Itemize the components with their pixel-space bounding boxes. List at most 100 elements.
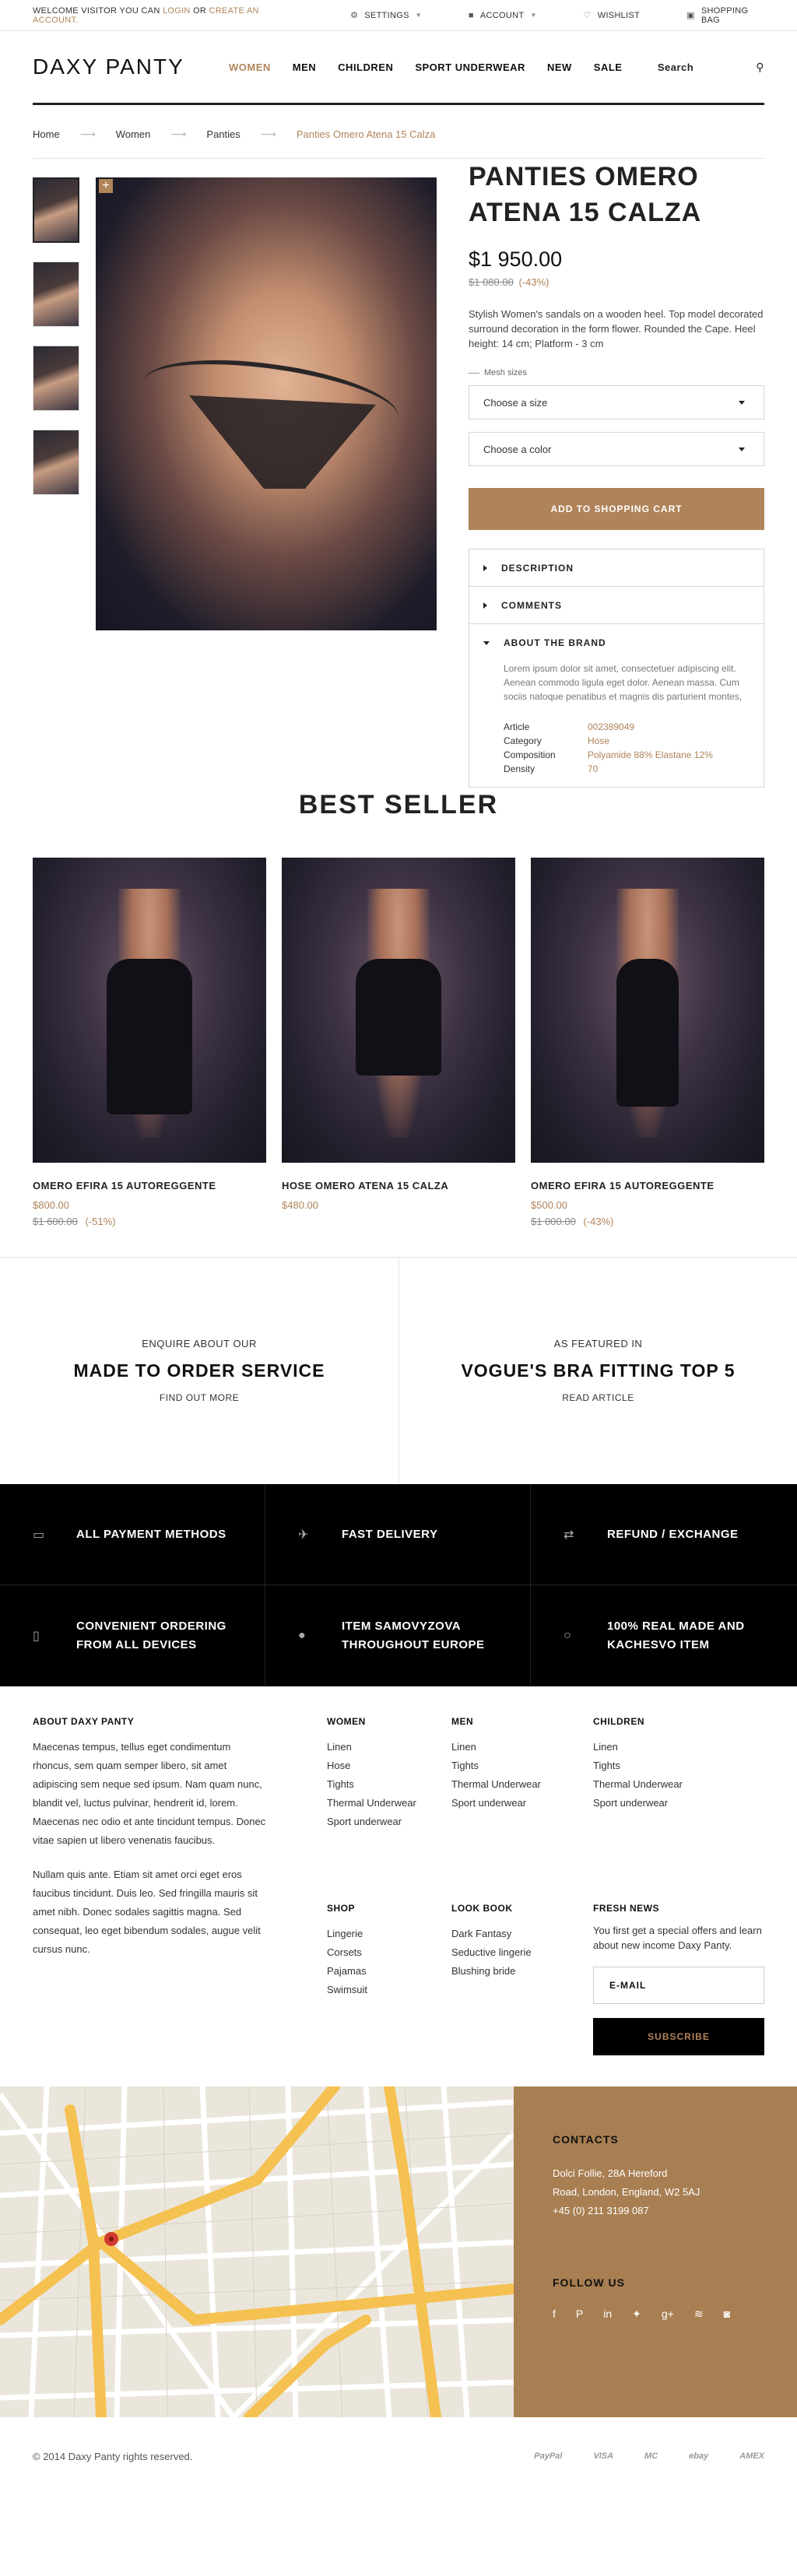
discount-badge: (-51%): [85, 1216, 116, 1227]
rss-icon[interactable]: ≋: [694, 2308, 704, 2321]
header-divider: [33, 103, 764, 105]
login-link[interactable]: login: [163, 6, 191, 16]
nav-sale[interactable]: Sale: [594, 61, 623, 73]
copyright: © 2014 Daxy Panty rights reserved.: [33, 2450, 193, 2462]
product-thumbnail[interactable]: [33, 261, 79, 327]
tab-about-brand[interactable]: About the brand: [469, 624, 764, 662]
footer-link[interactable]: Thermal Underwear: [451, 1778, 541, 1790]
settings-menu[interactable]: ⚙ Settings ▼: [350, 10, 422, 21]
footer-link[interactable]: Tights: [451, 1760, 479, 1771]
logo[interactable]: DAXY PANTY: [33, 54, 229, 79]
product-card[interactable]: Omero Efira 15 Autoreggente $500.00 $1 0…: [531, 858, 764, 1227]
breadcrumb-panties[interactable]: Panties: [206, 128, 240, 140]
instagram-icon[interactable]: ◙: [724, 2308, 730, 2321]
footer-link[interactable]: Pajamas: [327, 1965, 367, 1977]
footer-col-title: Men: [451, 1716, 474, 1727]
footer-link[interactable]: Tights: [327, 1778, 354, 1790]
breadcrumb-women[interactable]: Women: [116, 128, 151, 140]
account-menu[interactable]: ■ Account ▼: [469, 11, 537, 20]
product-thumbnail[interactable]: [33, 177, 79, 243]
footer-children: Children Linen Tights Thermal Underwear …: [593, 1716, 725, 1813]
circle-icon: ○: [564, 1628, 571, 1642]
product-thumbnail[interactable]: [33, 346, 79, 411]
spec-key: Composition: [504, 749, 556, 760]
tab-description[interactable]: Description: [469, 549, 764, 587]
footer-link[interactable]: Thermal Underwear: [593, 1778, 683, 1790]
find-out-more-link[interactable]: Find out more: [160, 1392, 239, 1403]
wishlist-link[interactable]: ♡ Wishlist: [583, 10, 641, 21]
add-to-cart-button[interactable]: Add to shopping cart: [469, 488, 764, 530]
wishlist-label: Wishlist: [597, 10, 641, 20]
footer-link[interactable]: Swimsuit: [327, 1984, 367, 1995]
zoom-plus-icon[interactable]: +: [99, 179, 113, 193]
footer-link[interactable]: Sport underwear: [451, 1797, 526, 1809]
product-card-price: $800.00: [33, 1199, 69, 1211]
location-map[interactable]: [0, 2086, 514, 2417]
heart-icon: ♡: [583, 11, 592, 20]
product-card[interactable]: Hose Omero Atena 15 Calza $480.00: [282, 858, 515, 1227]
shopping-bag-link[interactable]: ▣ Shopping bag: [686, 6, 764, 25]
product-card-name[interactable]: Hose Omero Atena 15 Calza: [282, 1180, 515, 1191]
tab-description-label: Description: [501, 562, 574, 574]
plane-icon: ✈: [298, 1528, 309, 1542]
arrow-right-icon: ⟶: [170, 127, 187, 140]
newsletter-block: Fresh news You first get a special offer…: [593, 1903, 764, 2055]
search-box[interactable]: Search ⚲: [658, 61, 764, 74]
footer-link[interactable]: Sport underwear: [327, 1816, 402, 1827]
ebay-icon: ebay: [689, 2451, 709, 2461]
footer-col-title: Women: [327, 1716, 366, 1727]
product-card-image[interactable]: [33, 858, 266, 1163]
feature-text: Item samovyzova throughout Europe: [342, 1619, 485, 1651]
or-label: or: [193, 5, 207, 16]
chevron-down-icon: ▼: [530, 12, 537, 19]
old-price-value: $1 080.00: [469, 276, 514, 288]
footer-link[interactable]: Corsets: [327, 1946, 362, 1958]
nav-new[interactable]: New: [547, 61, 572, 73]
footer-link[interactable]: Tights: [593, 1760, 620, 1771]
footer-link[interactable]: Linen: [327, 1741, 352, 1753]
twitter-icon[interactable]: ✦: [632, 2308, 641, 2321]
dash-icon: [469, 372, 479, 374]
nav-men[interactable]: Men: [293, 61, 316, 73]
read-article-link[interactable]: Read article: [562, 1392, 634, 1403]
product-card-price: $500.00: [531, 1199, 567, 1211]
footer-link[interactable]: Linen: [451, 1741, 476, 1753]
product-description: Stylish Women's sandals on a wooden heel…: [469, 308, 764, 349]
product-card-name[interactable]: Omero Efira 15 Autoreggente: [531, 1180, 764, 1191]
footer-link[interactable]: Linen: [593, 1741, 618, 1753]
footer-link[interactable]: Thermal Underwear: [327, 1797, 416, 1809]
color-select[interactable]: Choose a color: [469, 432, 764, 466]
footer-link[interactable]: Dark Fantasy: [451, 1928, 511, 1939]
tab-comments[interactable]: Comments: [469, 587, 764, 624]
address-line: Dolci Follie, 28A Hereford: [553, 2167, 668, 2179]
product-card-image[interactable]: [531, 858, 764, 1163]
footer-link[interactable]: Lingerie: [327, 1928, 363, 1939]
product-thumbnail[interactable]: [33, 430, 79, 495]
footer-link[interactable]: Seductive lingerie: [451, 1946, 532, 1958]
search-icon[interactable]: ⚲: [756, 61, 764, 74]
breadcrumb-home[interactable]: Home: [33, 128, 60, 140]
facebook-icon[interactable]: f: [553, 2308, 556, 2321]
pinterest-icon[interactable]: P: [576, 2308, 583, 2321]
email-field[interactable]: [593, 1967, 764, 2004]
product-main-image[interactable]: +: [96, 177, 437, 630]
footer-col-title: Shop: [327, 1903, 356, 1914]
footer-link[interactable]: Hose: [327, 1760, 350, 1771]
footer-link[interactable]: Sport underwear: [593, 1797, 668, 1809]
product-card-name[interactable]: Omero Efira 15 Autoreggente: [33, 1180, 266, 1191]
footer-link[interactable]: Blushing bride: [451, 1965, 515, 1977]
product-card[interactable]: Omero Efira 15 Autoreggente $800.00 $1 6…: [33, 858, 266, 1227]
product-section: + Panties Omero Atena 15 Calza $1 950.00…: [0, 159, 797, 820]
nav-sport-underwear[interactable]: Sport Underwear: [415, 61, 525, 73]
product-card-image[interactable]: [282, 858, 515, 1163]
google-plus-icon[interactable]: g+: [662, 2308, 674, 2321]
subscribe-button[interactable]: Subscribe: [593, 2018, 764, 2055]
product-accordion: Description Comments About the brand Lor…: [469, 549, 764, 788]
caret-right-icon: [483, 564, 487, 571]
footer-lookbook: Look book Dark Fantasy Seductive lingeri…: [451, 1903, 584, 1981]
linkedin-icon[interactable]: in: [603, 2308, 612, 2321]
pin-icon: ●: [298, 1628, 306, 1642]
nav-children[interactable]: Children: [338, 61, 393, 73]
size-select[interactable]: Choose a size: [469, 385, 764, 419]
nav-women[interactable]: Women: [229, 61, 271, 73]
